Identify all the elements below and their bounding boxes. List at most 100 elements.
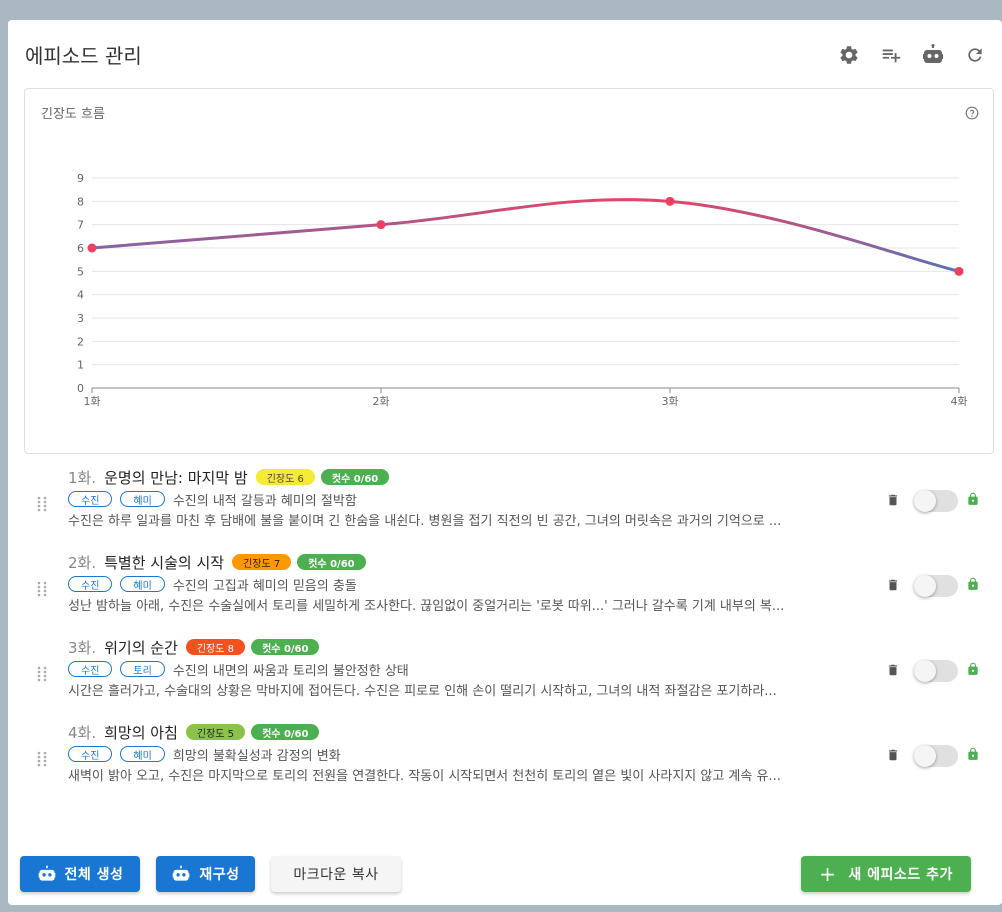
y-tick-label: 8 xyxy=(77,195,84,208)
y-tick-label: 9 xyxy=(77,172,84,185)
episode-toggle[interactable] xyxy=(914,490,958,512)
add-episode-button[interactable]: + 새 에피소드 추가 xyxy=(801,856,971,892)
episode-toggle[interactable] xyxy=(914,660,958,682)
lock-button[interactable] xyxy=(966,661,980,681)
tension-badge: 긴장도 6 xyxy=(255,469,315,485)
episode-conflict: 수진의 내면의 싸움과 토리의 불안정한 상태 xyxy=(172,663,409,679)
cut-count-badge: 컷수 0/60 xyxy=(320,469,390,485)
episode-row[interactable]: 4화. 희망의 아침 긴장도 5 컷수 0/60 수진 혜미 희망의 불확실성과 … xyxy=(16,721,986,806)
character-chip[interactable]: 토리 xyxy=(120,661,165,677)
tension-badge: 긴장도 7 xyxy=(232,554,292,570)
x-tick-label: 1화 xyxy=(83,395,100,408)
data-point xyxy=(954,266,964,276)
trash-icon xyxy=(888,749,898,760)
ai-generate-button[interactable] xyxy=(918,42,948,68)
episode-summary: 시간은 흘러가고, 수술대의 상황은 막바지에 접어든다. 수진은 피로로 인해… xyxy=(68,684,777,699)
y-tick-label: 1 xyxy=(77,359,84,372)
episode-toggle[interactable] xyxy=(914,745,958,767)
tension-badge: 긴장도 5 xyxy=(185,724,246,740)
trash-icon xyxy=(888,579,898,590)
tension-line-chart: 0 1 2 3 4 5 6 7 8 9 1화 2화 3화 4화 xyxy=(77,172,968,408)
delete-button[interactable] xyxy=(886,577,900,596)
robot-icon xyxy=(173,865,190,881)
episode-summary: 성난 밤하늘 아래, 수진은 수술실에서 토리를 세밀하게 조사한다. 끊임없이… xyxy=(68,599,785,614)
y-tick-label: 0 xyxy=(77,382,84,395)
character-chip[interactable]: 혜미 xyxy=(120,491,165,507)
episode-list: 1화. 운명의 만남: 마지막 밤 긴장도 6 컷수 0/60 수진 혜미 수진의… xyxy=(16,466,986,806)
episode-title[interactable]: 운명의 만남: 마지막 밤 xyxy=(104,467,248,488)
drag-handle-icon[interactable] xyxy=(36,666,48,686)
data-point xyxy=(665,196,675,206)
lock-button[interactable] xyxy=(966,491,980,511)
add-episode-list-button[interactable] xyxy=(876,42,906,68)
episode-header: 3화. 위기의 순간 긴장도 8 컷수 0/60 xyxy=(68,636,325,658)
cut-count-badge: 컷수 0/60 xyxy=(251,639,320,655)
character-chip[interactable]: 수진 xyxy=(68,661,113,677)
y-tick-label: 4 xyxy=(77,289,84,302)
episode-title[interactable]: 희망의 아침 xyxy=(104,722,178,743)
toolbar xyxy=(822,42,990,68)
episode-conflict: 희망의 불확실성과 감정의 변화 xyxy=(172,748,341,764)
episode-meta: 수진 혜미 희망의 불확실성과 감정의 변화 xyxy=(68,745,341,764)
x-tick-label: 4화 xyxy=(950,395,967,408)
episode-conflict: 수진의 고집과 혜미의 믿음의 충돌 xyxy=(172,578,357,594)
cut-count-badge: 컷수 0/60 xyxy=(297,554,366,570)
y-tick-label: 7 xyxy=(77,219,84,232)
data-point xyxy=(376,220,386,230)
episode-number: 1화. xyxy=(68,468,97,487)
copy-markdown-button[interactable]: 마크다운 복사 xyxy=(271,856,401,892)
delete-button[interactable] xyxy=(886,492,900,511)
episode-actions xyxy=(886,490,980,512)
tension-badge: 긴장도 8 xyxy=(185,639,246,655)
settings-button[interactable] xyxy=(834,42,864,68)
episode-toggle[interactable] xyxy=(914,575,958,597)
episode-conflict: 수진의 내적 갈등과 혜미의 절박함 xyxy=(172,493,357,509)
character-chip[interactable]: 수진 xyxy=(68,491,113,507)
cut-count-badge: 컷수 0/60 xyxy=(251,724,320,740)
episode-actions xyxy=(886,660,980,682)
episode-title[interactable]: 특별한 시술의 시작 xyxy=(104,552,224,573)
episode-header: 1화. 운명의 만남: 마지막 밤 긴장도 6 컷수 0/60 xyxy=(68,466,395,488)
delete-button[interactable] xyxy=(886,662,900,681)
character-chip[interactable]: 혜미 xyxy=(120,746,165,762)
episode-title[interactable]: 위기의 순간 xyxy=(104,637,178,658)
data-point xyxy=(87,243,97,253)
lock-icon xyxy=(968,747,978,760)
refresh-button[interactable] xyxy=(960,42,990,68)
playlist-add-icon xyxy=(882,49,901,63)
copy-markdown-label: 마크다운 복사 xyxy=(293,867,379,883)
delete-button[interactable] xyxy=(886,747,900,766)
trash-icon xyxy=(888,664,898,675)
character-chip[interactable]: 혜미 xyxy=(120,576,165,592)
episode-summary: 수진은 하루 일과를 마친 후 담배에 불을 붙이며 긴 한숨을 내쉰다. 병원… xyxy=(68,514,782,529)
episode-summary: 새벽이 밝아 오고, 수진은 마지막으로 토리의 전원을 연결한다. 작동이 시… xyxy=(68,769,781,784)
lock-button[interactable] xyxy=(966,576,980,596)
episode-header: 4화. 희망의 아침 긴장도 5 컷수 0/60 xyxy=(68,721,325,743)
lock-button[interactable] xyxy=(966,746,980,766)
x-tick-label: 2화 xyxy=(372,395,389,408)
add-episode-label: 새 에피소드 추가 xyxy=(848,867,953,883)
robot-icon xyxy=(923,44,943,63)
episode-number: 3화. xyxy=(68,638,97,657)
lock-icon xyxy=(968,662,978,675)
episode-number: 4화. xyxy=(68,723,97,742)
character-chip[interactable]: 수진 xyxy=(68,576,113,592)
lock-icon xyxy=(968,492,978,505)
robot-icon xyxy=(38,865,55,881)
character-chip[interactable]: 수진 xyxy=(68,746,113,762)
drag-handle-icon[interactable] xyxy=(36,496,48,516)
episode-meta: 수진 혜미 수진의 내적 갈등과 혜미의 절박함 xyxy=(68,490,357,509)
episode-header: 2화. 특별한 시술의 시작 긴장도 7 컷수 0/60 xyxy=(68,551,372,573)
restructure-button[interactable]: 재구성 xyxy=(156,856,255,892)
x-tick-label: 3화 xyxy=(661,395,678,408)
drag-handle-icon[interactable] xyxy=(36,581,48,601)
episode-row[interactable]: 1화. 운명의 만남: 마지막 밤 긴장도 6 컷수 0/60 수진 혜미 수진의… xyxy=(16,466,986,551)
episode-row[interactable]: 2화. 특별한 시술의 시작 긴장도 7 컷수 0/60 수진 혜미 수진의 고집… xyxy=(16,551,986,636)
episode-row[interactable]: 3화. 위기의 순간 긴장도 8 컷수 0/60 수진 토리 수진의 내면의 싸움… xyxy=(16,636,986,721)
y-tick-label: 6 xyxy=(77,242,84,255)
generate-all-label: 전체 생성 xyxy=(64,867,124,883)
trash-icon xyxy=(888,494,898,505)
page-title: 에피소드 관리 xyxy=(25,44,142,68)
generate-all-button[interactable]: 전체 생성 xyxy=(20,856,140,892)
drag-handle-icon[interactable] xyxy=(36,751,48,771)
